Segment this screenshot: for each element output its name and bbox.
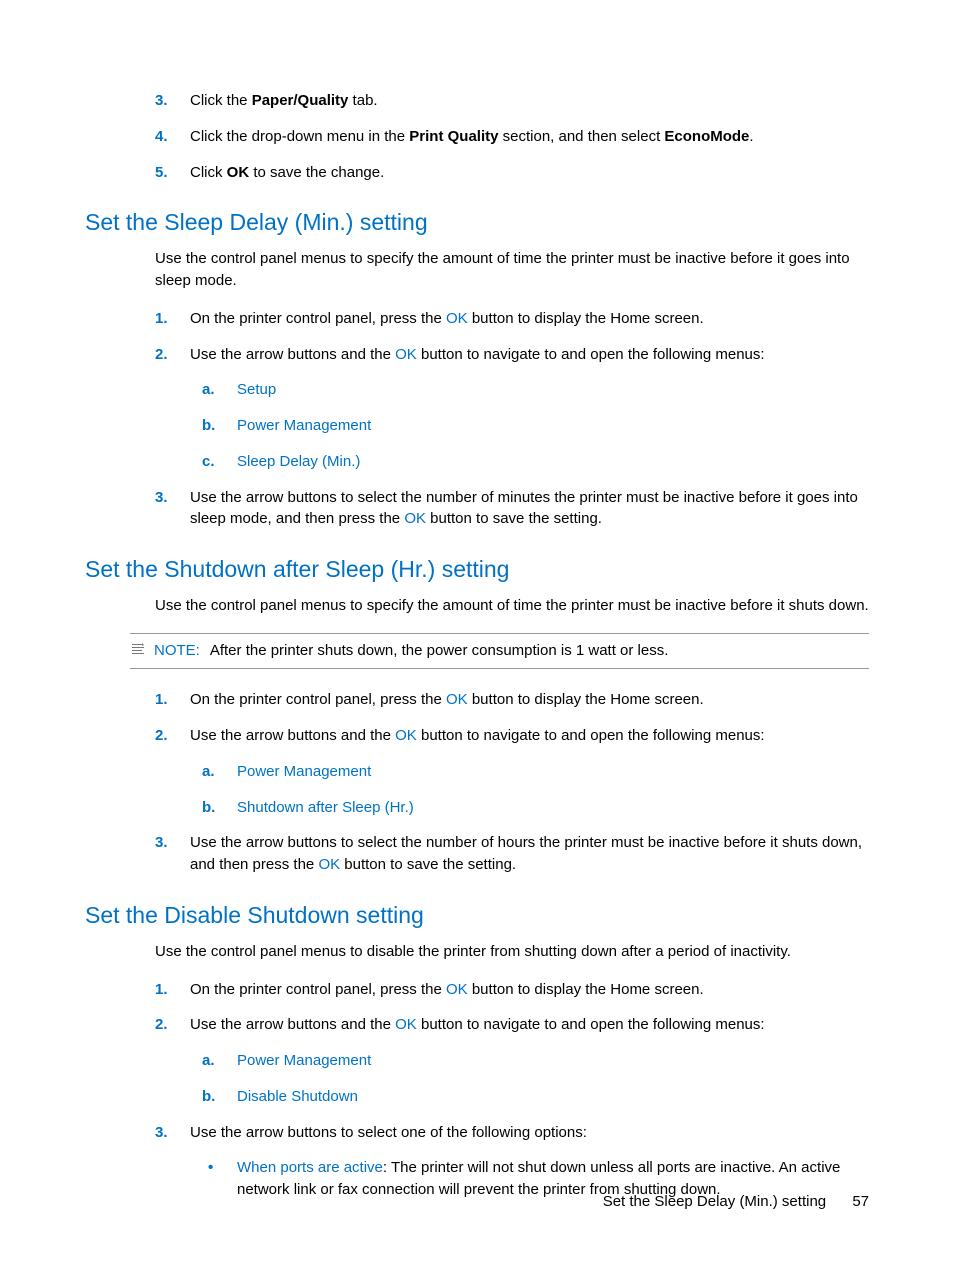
list-item: 3. Use the arrow buttons to select one o… xyxy=(155,1122,869,1201)
heading-shutdown-after-sleep: Set the Shutdown after Sleep (Hr.) setti… xyxy=(85,556,869,583)
sub-item: b.Power Management xyxy=(202,415,869,437)
list-item: 3. Use the arrow buttons to select the n… xyxy=(155,832,869,876)
step-text: Click the Paper/Quality tab. xyxy=(190,92,378,109)
steps-disable-shutdown: 1. On the printer control panel, press t… xyxy=(155,979,869,1201)
step-text: Click the drop-down menu in the Print Qu… xyxy=(190,128,754,145)
sub-steps: a.Power Management b.Shutdown after Slee… xyxy=(202,761,869,819)
intro-shutdown-after-sleep: Use the control panel menus to specify t… xyxy=(155,595,869,617)
heading-disable-shutdown: Set the Disable Shutdown setting xyxy=(85,902,869,929)
note-label: NOTE: xyxy=(154,642,200,659)
step-5: 5. Click OK to save the change. xyxy=(155,162,869,184)
sub-item: b.Shutdown after Sleep (Hr.) xyxy=(202,797,869,819)
top-steps-list: 3. Click the Paper/Quality tab. 4. Click… xyxy=(155,90,869,183)
page-number: 57 xyxy=(852,1193,869,1210)
step-text: Use the arrow buttons and the OK button … xyxy=(190,727,765,744)
step-text: On the printer control panel, press the … xyxy=(190,981,704,998)
sub-steps: a.Power Management b.Disable Shutdown xyxy=(202,1050,869,1108)
step-text: Click OK to save the change. xyxy=(190,164,384,181)
page-footer: Set the Sleep Delay (Min.) setting 57 xyxy=(603,1193,869,1210)
sub-item: a.Power Management xyxy=(202,1050,869,1072)
list-item: 1. On the printer control panel, press t… xyxy=(155,689,869,711)
sub-item: c.Sleep Delay (Min.) xyxy=(202,451,869,473)
list-item: 2. Use the arrow buttons and the OK butt… xyxy=(155,344,869,473)
list-item: 2. Use the arrow buttons and the OK butt… xyxy=(155,1014,869,1107)
step-text: Use the arrow buttons to select one of t… xyxy=(190,1124,587,1141)
intro-sleep-delay: Use the control panel menus to specify t… xyxy=(155,248,869,292)
note-icon xyxy=(130,641,146,663)
intro-disable-shutdown: Use the control panel menus to disable t… xyxy=(155,941,869,963)
sub-item: a.Setup xyxy=(202,379,869,401)
step-number: 3. xyxy=(155,1122,168,1144)
note-box: NOTE: After the printer shuts down, the p… xyxy=(130,633,869,670)
step-number: 2. xyxy=(155,1014,168,1036)
step-text: Use the arrow buttons and the OK button … xyxy=(190,346,765,363)
step-text: Use the arrow buttons to select the numb… xyxy=(190,834,862,873)
sub-item: b.Disable Shutdown xyxy=(202,1086,869,1108)
list-item: 2. Use the arrow buttons and the OK butt… xyxy=(155,725,869,818)
step-number: 2. xyxy=(155,725,168,747)
step-text: On the printer control panel, press the … xyxy=(190,310,704,327)
heading-sleep-delay: Set the Sleep Delay (Min.) setting xyxy=(85,209,869,236)
footer-section-title: Set the Sleep Delay (Min.) setting xyxy=(603,1193,826,1210)
list-item: 1. On the printer control panel, press t… xyxy=(155,308,869,330)
step-number: 1. xyxy=(155,689,168,711)
step-text: Use the arrow buttons and the OK button … xyxy=(190,1016,765,1033)
note-content: NOTE: After the printer shuts down, the p… xyxy=(154,640,668,661)
step-3: 3. Click the Paper/Quality tab. xyxy=(155,90,869,112)
step-text: Use the arrow buttons to select the numb… xyxy=(190,489,858,528)
step-number: 1. xyxy=(155,979,168,1001)
step-number: 4. xyxy=(155,126,168,148)
steps-sleep-delay: 1. On the printer control panel, press t… xyxy=(155,308,869,530)
list-item: 1. On the printer control panel, press t… xyxy=(155,979,869,1001)
step-number: 3. xyxy=(155,90,168,112)
step-number: 3. xyxy=(155,832,168,854)
bullet-icon: • xyxy=(208,1157,213,1179)
step-number: 1. xyxy=(155,308,168,330)
sub-item: a.Power Management xyxy=(202,761,869,783)
step-4: 4. Click the drop-down menu in the Print… xyxy=(155,126,869,148)
step-number: 2. xyxy=(155,344,168,366)
note-text: After the printer shuts down, the power … xyxy=(210,642,669,659)
sub-steps: a.Setup b.Power Management c.Sleep Delay… xyxy=(202,379,869,472)
steps-shutdown-after-sleep: 1. On the printer control panel, press t… xyxy=(155,689,869,876)
list-item: 3. Use the arrow buttons to select the n… xyxy=(155,487,869,531)
step-text: On the printer control panel, press the … xyxy=(190,691,704,708)
step-number: 3. xyxy=(155,487,168,509)
document-page: 3. Click the Paper/Quality tab. 4. Click… xyxy=(0,0,954,1270)
step-number: 5. xyxy=(155,162,168,184)
